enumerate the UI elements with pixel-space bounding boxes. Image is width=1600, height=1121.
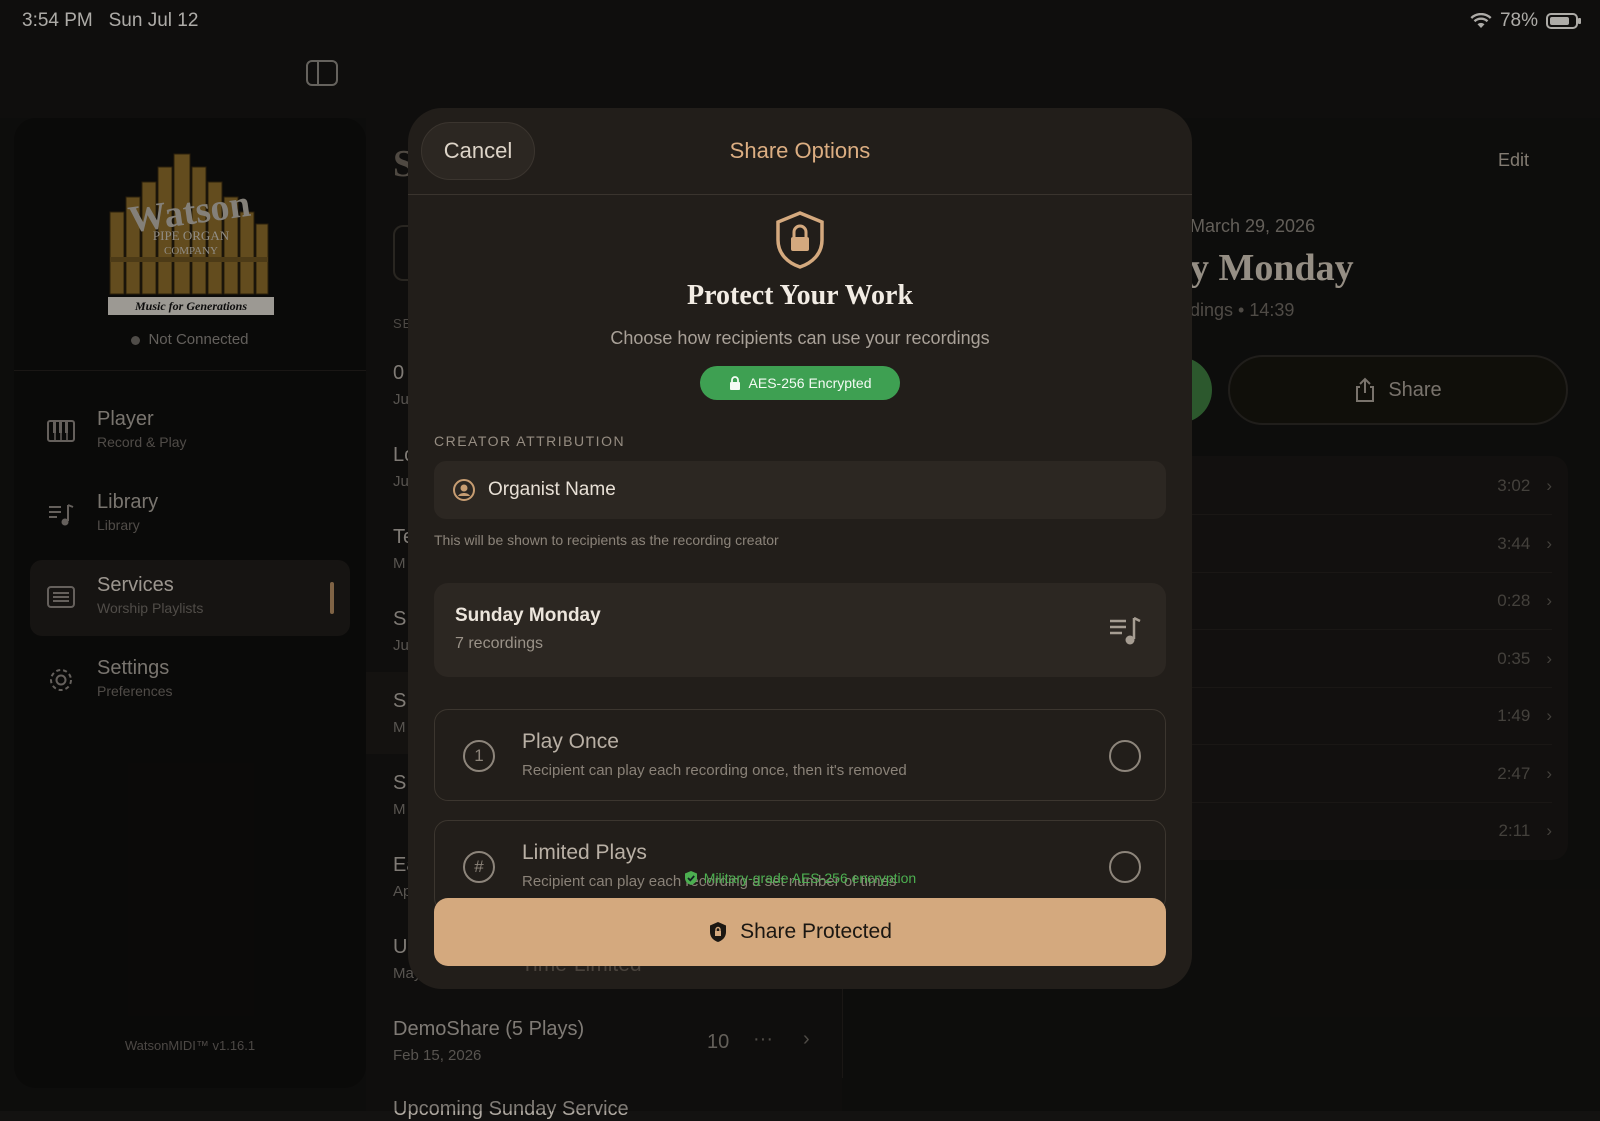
modal-title: Share Options [729, 138, 871, 163]
playlist-count: 7 recordings [455, 635, 544, 652]
modal-header-divider [408, 194, 1192, 195]
organist-name-field[interactable]: Organist Name [434, 461, 1166, 519]
shield-lock-icon [776, 211, 824, 269]
option-play-once[interactable]: 1 Play Once Recipient can play each reco… [434, 709, 1166, 801]
share-protected-button[interactable]: Share Protected [434, 898, 1166, 966]
radio-button[interactable] [1109, 740, 1141, 772]
encryption-badge: AES-256 Encrypted [700, 366, 900, 400]
number-one-icon: 1 [463, 740, 495, 772]
section-label: CREATOR ATTRIBUTION [434, 433, 626, 449]
option-title: Play Once [522, 730, 619, 753]
share-options-modal: Cancel Share Options Protect Your Work C… [408, 108, 1192, 989]
music-list-icon [1110, 616, 1141, 645]
lock-icon [729, 376, 740, 390]
option-title: Limited Plays [522, 841, 647, 864]
person-circle-icon [453, 479, 475, 501]
security-note: Military-grade AES-256 encryption [408, 870, 1192, 886]
protect-subheading: Choose how recipients can use your recor… [610, 328, 990, 348]
share-protected-label: Share Protected [740, 920, 892, 943]
organist-name-value: Organist Name [488, 479, 616, 500]
protect-heading: Protect Your Work [686, 280, 914, 311]
badge-label: AES-256 Encrypted [748, 375, 872, 391]
shield-check-icon [684, 871, 697, 885]
playlist-card: Sunday Monday 7 recordings [434, 583, 1166, 677]
playlist-title: Sunday Monday [455, 605, 601, 626]
attribution-hint: This will be shown to recipients as the … [434, 532, 779, 548]
shield-lock-icon [710, 922, 727, 942]
option-subtitle: Recipient can play each recording once, … [522, 762, 907, 779]
security-note-label: Military-grade AES-256 encryption [703, 870, 917, 886]
